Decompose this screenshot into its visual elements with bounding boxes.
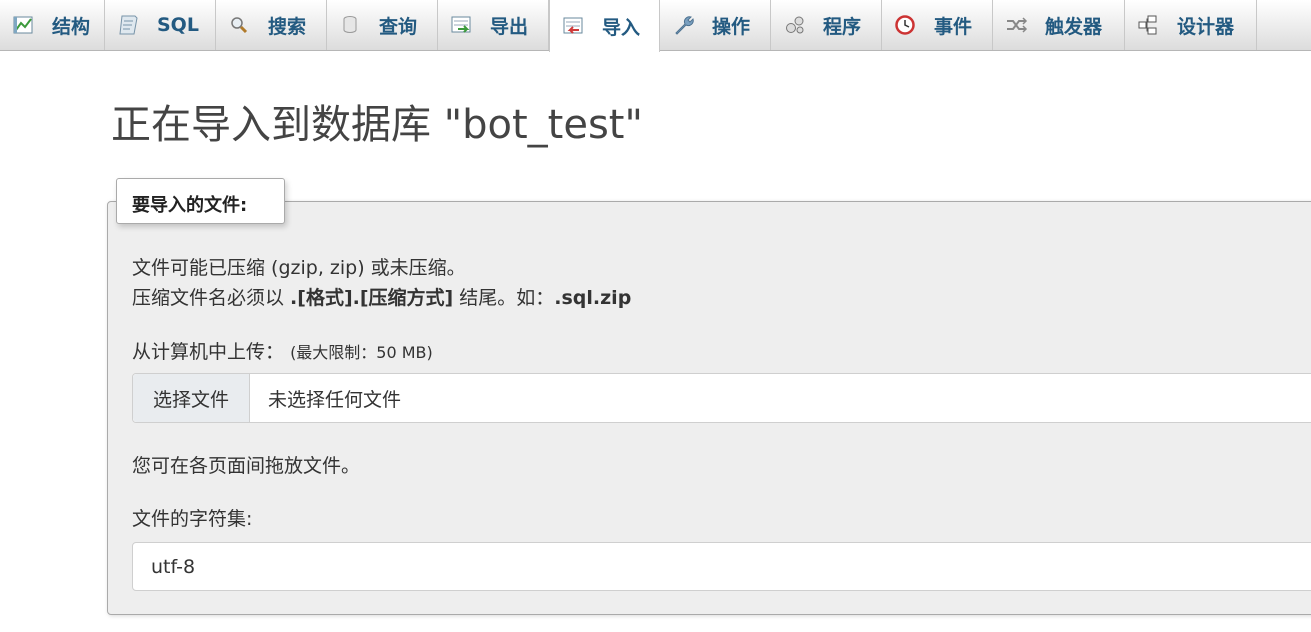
tab-designer[interactable]: 设计器 — [1125, 0, 1257, 50]
routines-icon — [783, 14, 807, 36]
upload-label-row: 从计算机中上传： (最大限制：50 MB) — [132, 337, 433, 364]
tab-label: 程序 — [823, 15, 862, 38]
triggers-icon — [1005, 14, 1029, 36]
tab-import[interactable]: 导入 — [549, 0, 660, 52]
export-icon — [450, 14, 474, 36]
structure-icon — [12, 14, 36, 36]
compress-example: .sql.zip — [554, 287, 632, 309]
file-upload-input[interactable]: 选择文件 未选择任何文件 — [132, 373, 1311, 423]
tab-label: 结构 — [52, 15, 91, 38]
designer-icon — [1137, 14, 1161, 36]
file-section-legend: 要导入的文件: — [116, 178, 285, 224]
tab-label: 导出 — [490, 15, 529, 38]
search-icon — [228, 14, 252, 36]
tab-bar-filler — [1257, 0, 1311, 50]
charset-select[interactable]: utf-8 — [132, 542, 1311, 591]
tab-structure[interactable]: 结构 — [0, 0, 105, 50]
compress-note-line-2: 压缩文件名必须以 .[格式].[压缩方式] 结尾。如：.sql.zip — [132, 283, 631, 310]
tab-label: 搜索 — [268, 15, 307, 38]
compress-note-line-1: 文件可能已压缩 (gzip, zip) 或未压缩。 — [132, 257, 466, 279]
import-icon — [562, 15, 586, 37]
sql-icon — [117, 14, 141, 36]
tab-search[interactable]: 搜索 — [216, 0, 327, 50]
tab-triggers[interactable]: 触发器 — [993, 0, 1125, 50]
page-title: 正在导入到数据库 "bot_test" — [111, 102, 643, 148]
tab-routines[interactable]: 程序 — [771, 0, 882, 50]
charset-label: 文件的字符集: — [132, 508, 253, 530]
query-icon — [339, 14, 363, 36]
tab-label: 设计器 — [1177, 15, 1235, 38]
compress-note-prefix: 压缩文件名必须以 — [132, 287, 291, 309]
tab-label: SQL — [157, 14, 199, 36]
compress-note-middle: 结尾。如： — [453, 287, 555, 309]
upload-label: 从计算机中上传： — [132, 341, 285, 363]
tab-bar: 结构 SQL 搜索 查询 导出 导入 操作 程序 事件 触发器 设计器 — [0, 0, 1311, 52]
tab-label: 事件 — [934, 15, 973, 38]
tab-label: 导入 — [602, 16, 641, 39]
wrench-icon — [672, 14, 696, 36]
tab-label: 操作 — [712, 15, 751, 38]
tab-label: 触发器 — [1045, 15, 1103, 38]
compress-format-pattern: .[格式].[压缩方式] — [290, 287, 454, 309]
tab-operations[interactable]: 操作 — [660, 0, 771, 50]
drag-drop-note: 您可在各页面间拖放文件。 — [132, 455, 361, 477]
no-file-chosen-text: 未选择任何文件 — [268, 388, 402, 411]
clock-icon — [894, 14, 918, 36]
tab-export[interactable]: 导出 — [438, 0, 549, 50]
tab-events[interactable]: 事件 — [882, 0, 993, 50]
tab-sql[interactable]: SQL — [105, 0, 216, 50]
choose-file-button[interactable]: 选择文件 — [133, 374, 250, 422]
tab-label: 查询 — [379, 15, 418, 38]
upload-limit: (最大限制：50 MB) — [290, 343, 433, 362]
tab-query[interactable]: 查询 — [327, 0, 438, 50]
